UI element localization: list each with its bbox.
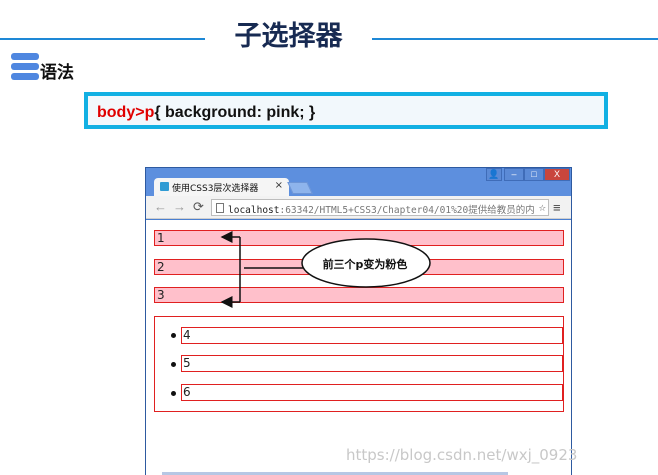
page-favicon-icon	[160, 182, 169, 191]
callout-text: 前三个p变为粉色	[322, 258, 408, 271]
browser-window: 使用CSS3层次选择器 × 👤 – □ X ← → ⟳ localhost:63…	[145, 167, 572, 475]
code-selector: body>p	[97, 104, 155, 121]
url-host: localhost	[228, 205, 280, 216]
reload-icon[interactable]: ⟳	[193, 199, 204, 215]
browser-tab[interactable]: 使用CSS3层次选择器 ×	[154, 178, 289, 197]
list-item-4: 4	[181, 327, 563, 344]
list-item-6: 6	[181, 384, 563, 401]
forward-arrow-icon[interactable]: →	[173, 199, 186, 214]
code-rule: { background: pink; }	[154, 104, 316, 121]
paragraph-1: 1	[154, 230, 564, 246]
menu-icon[interactable]: ≡	[553, 200, 561, 215]
list-bullet	[171, 391, 176, 396]
paragraph-3: 3	[154, 287, 564, 303]
tab-close-icon[interactable]: ×	[275, 180, 283, 191]
bookmark-star-icon[interactable]: ☆	[539, 200, 546, 214]
title-rule-left	[0, 38, 205, 40]
code-example: body>p{ background: pink; }	[84, 92, 608, 129]
close-button[interactable]: X	[544, 168, 570, 181]
back-arrow-icon[interactable]: ←	[154, 199, 167, 214]
section-label: 语法	[40, 63, 74, 83]
maximize-button[interactable]: □	[524, 168, 544, 181]
slide-title: 子选择器	[234, 21, 343, 52]
page-icon	[216, 203, 224, 213]
user-icon[interactable]: 👤	[486, 168, 502, 181]
list-container: 4 5 6	[154, 316, 564, 412]
watermark: https://blog.csdn.net/wxj_0923	[346, 446, 578, 464]
stack-icon	[11, 53, 39, 80]
title-rule-right	[372, 38, 658, 40]
address-bar[interactable]: localhost:63342/HTML5+CSS3/Chapter04/01%…	[211, 199, 549, 216]
browser-toolbar: ← → ⟳ localhost:63342/HTML5+CSS3/Chapter…	[146, 196, 571, 219]
minimize-button[interactable]: –	[504, 168, 524, 181]
tab-title: 使用CSS3层次选择器	[172, 184, 259, 194]
list-item-5: 5	[181, 355, 563, 372]
list-bullet	[171, 333, 176, 338]
list-bullet	[171, 362, 176, 367]
browser-titlebar: 使用CSS3层次选择器 × 👤 – □ X	[146, 168, 571, 197]
url-path: :63342/HTML5+CSS3/Chapter04/01%20提供给教员的内	[279, 205, 535, 216]
new-tab-button[interactable]	[287, 182, 313, 194]
